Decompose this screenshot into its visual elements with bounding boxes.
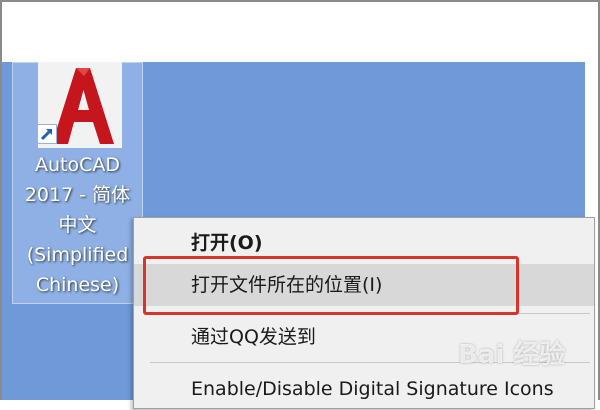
label-line: 中文 [58, 214, 97, 236]
shortcut-arrow-icon [37, 124, 57, 144]
desktop-icon-label: AutoCAD 2017 - 简体 中文 (Simplified Chinese… [14, 150, 141, 300]
label-line: AutoCAD [34, 154, 120, 176]
highlight-annotation-box [143, 256, 519, 315]
top-blank-strip [2, 2, 598, 62]
label-line: 2017 - 简体 [24, 184, 131, 206]
label-line: Chinese) [35, 274, 120, 296]
watermark-text: Bai 经验 [458, 340, 566, 370]
label-line: (Simplified [26, 244, 129, 266]
watermark: Bai 经验 [458, 334, 565, 371]
menu-item-digital-signature-icons[interactable]: Enable/Disable Digital Signature Icons [134, 368, 594, 410]
